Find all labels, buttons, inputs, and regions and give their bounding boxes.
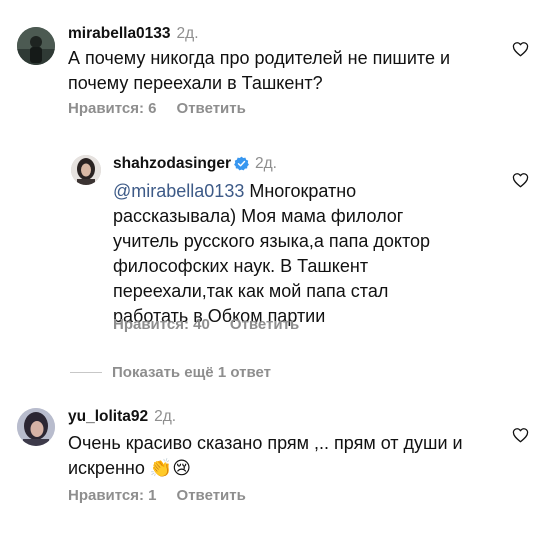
comment-time: 2д. bbox=[255, 155, 277, 172]
heart-icon[interactable] bbox=[512, 427, 529, 443]
comment-time: 2д. bbox=[154, 408, 177, 425]
comment-username[interactable]: shahzodasinger 2д. bbox=[113, 155, 277, 173]
heart-icon[interactable] bbox=[512, 41, 529, 57]
comment-meta: Нравится: 1 Ответить bbox=[68, 487, 246, 504]
verified-badge-icon bbox=[234, 156, 249, 171]
heart-icon[interactable] bbox=[512, 172, 529, 188]
avatar-photo-icon bbox=[17, 408, 55, 446]
reply-button[interactable]: Ответить bbox=[177, 100, 246, 117]
avatar[interactable] bbox=[17, 27, 55, 65]
comment-meta: Нравится: 6 Ответить bbox=[68, 100, 246, 117]
comment-time: 2д. bbox=[176, 25, 199, 42]
avatar-photo-icon bbox=[17, 27, 55, 65]
comment-text: @mirabella0133 Многократно рассказывала)… bbox=[113, 181, 431, 326]
likes-count[interactable]: Нравится: 40 bbox=[113, 316, 210, 333]
mention-link[interactable]: @mirabella0133 bbox=[113, 181, 244, 201]
comment-meta: Нравится: 40 Ответить bbox=[113, 316, 299, 333]
reply-button[interactable]: Ответить bbox=[230, 316, 299, 333]
avatar[interactable] bbox=[17, 408, 55, 446]
comment-text: Очень красиво сказано прям ,.. прям от д… bbox=[68, 433, 463, 478]
comment-username[interactable]: yu_lolita92 2д. bbox=[68, 408, 176, 426]
avatar-photo-icon bbox=[71, 155, 101, 185]
reply-button[interactable]: Ответить bbox=[177, 487, 246, 504]
divider-line bbox=[70, 372, 102, 373]
show-more-replies-button[interactable]: Показать ещё 1 ответ bbox=[112, 364, 271, 381]
likes-count[interactable]: Нравится: 1 bbox=[68, 487, 157, 504]
comment-username[interactable]: mirabella0133 2д. bbox=[68, 25, 199, 43]
likes-count[interactable]: Нравится: 6 bbox=[68, 100, 157, 117]
avatar[interactable] bbox=[71, 155, 101, 185]
comment-text: А почему никогда про родителей не пишите… bbox=[68, 48, 451, 93]
